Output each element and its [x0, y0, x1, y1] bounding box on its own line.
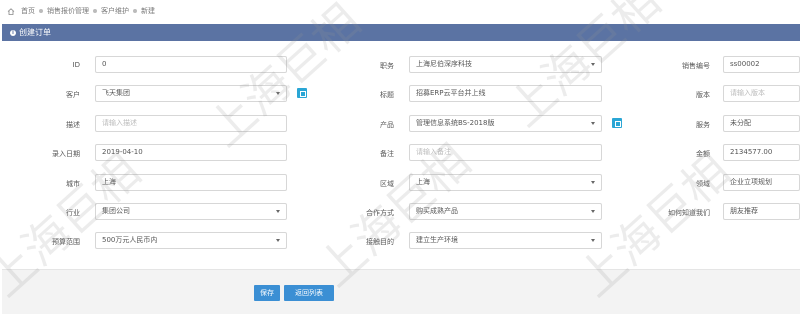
customer-value: 飞天集团	[102, 89, 130, 97]
remark-label: 备注	[380, 150, 394, 158]
employee-select[interactable]: 上海尼伯深序科技	[409, 56, 602, 73]
channel-value: 朋友推荐	[730, 207, 758, 215]
service-field[interactable]: 未分配	[723, 115, 800, 132]
info-icon: i	[10, 29, 16, 36]
desc-label: 描述	[66, 121, 80, 129]
page-title: 创建订单	[19, 28, 51, 37]
id-label: ID	[72, 61, 80, 69]
title-field[interactable]: 招募ERP云平台并上线	[409, 85, 602, 102]
chevron-down-icon	[276, 239, 280, 242]
customer-label: 客户	[66, 91, 80, 99]
breadcrumb-separator	[93, 9, 97, 13]
breadcrumb-separator	[39, 9, 43, 13]
breadcrumb: 首页 销售报价管理 客户维护 新建	[0, 0, 800, 22]
product-select[interactable]: 管理信息系统BS-2018版	[409, 115, 602, 132]
chevron-down-icon	[591, 181, 595, 184]
sale-no-field[interactable]: ss00002	[723, 56, 800, 73]
entry-date-field[interactable]: 2019-04-10	[95, 144, 287, 161]
domain-label: 领域	[696, 180, 710, 188]
region-value: 上海	[416, 178, 430, 186]
breadcrumb-home[interactable]: 首页	[21, 6, 35, 16]
region-select[interactable]: 上海	[409, 174, 602, 191]
service-label: 服务	[696, 121, 710, 129]
channel-select[interactable]: 朋友推荐	[723, 203, 800, 220]
product-value: 管理信息系统BS-2018版	[416, 119, 495, 127]
chevron-down-icon	[591, 63, 595, 66]
add-customer-button[interactable]	[297, 88, 307, 98]
budget-select[interactable]: 500万元人民币内	[95, 232, 287, 249]
deploy-label: 接触目的	[366, 238, 394, 246]
domain-field[interactable]: 企业立项规划	[723, 174, 800, 191]
chevron-down-icon	[591, 122, 595, 125]
breadcrumb-sales[interactable]: 销售报价管理	[47, 6, 89, 16]
city-field[interactable]: 上海	[95, 174, 287, 191]
form-footer	[2, 269, 800, 314]
chevron-down-icon	[276, 92, 280, 95]
deploy-value: 建立生产环境	[416, 236, 458, 244]
channel-label: 如何知道我们	[668, 209, 710, 217]
industry-value: 集团公司	[102, 207, 130, 215]
entry-date-label: 录入日期	[52, 150, 80, 158]
deploy-select[interactable]: 建立生产环境	[409, 232, 602, 249]
version-label: 版本	[696, 91, 710, 99]
breadcrumb-customer[interactable]: 客户维护	[101, 6, 129, 16]
chevron-down-icon	[276, 210, 280, 213]
budget-label: 预算范围	[52, 238, 80, 246]
chevron-down-icon	[591, 239, 595, 242]
employee-value: 上海尼伯深序科技	[416, 60, 472, 68]
add-product-button[interactable]	[612, 118, 622, 128]
region-label: 区域	[380, 180, 394, 188]
back-to-list-button[interactable]: 返回列表	[284, 285, 334, 301]
industry-select[interactable]: 集团公司	[95, 203, 287, 220]
coop-value: 购买成熟产品	[416, 207, 458, 215]
panel-header: i 创建订单	[2, 24, 800, 41]
amount-label: 金额	[696, 150, 710, 158]
product-label: 产品	[380, 121, 394, 129]
customer-select[interactable]: 飞天集团	[95, 85, 287, 102]
employee-label: 职务	[380, 62, 394, 70]
coop-label: 合作方式	[366, 209, 394, 217]
remark-field[interactable]: 请输入备注	[409, 144, 602, 161]
coop-select[interactable]: 购买成熟产品	[409, 203, 602, 220]
title-label: 标题	[380, 91, 394, 99]
id-field[interactable]: 0	[95, 56, 287, 73]
amount-field[interactable]: 2134577.00	[723, 144, 800, 161]
save-button[interactable]: 保存	[254, 285, 280, 301]
home-icon[interactable]	[7, 7, 15, 15]
industry-label: 行业	[66, 209, 80, 217]
breadcrumb-current: 新建	[141, 7, 155, 15]
sale-no-label: 销售编号	[682, 62, 710, 70]
breadcrumb-separator	[133, 9, 137, 13]
city-label: 城市	[66, 180, 80, 188]
chevron-down-icon	[591, 210, 595, 213]
desc-field[interactable]: 请输入描述	[95, 115, 287, 132]
budget-value: 500万元人民币内	[102, 236, 158, 244]
version-field[interactable]: 请输入版本	[723, 85, 800, 102]
